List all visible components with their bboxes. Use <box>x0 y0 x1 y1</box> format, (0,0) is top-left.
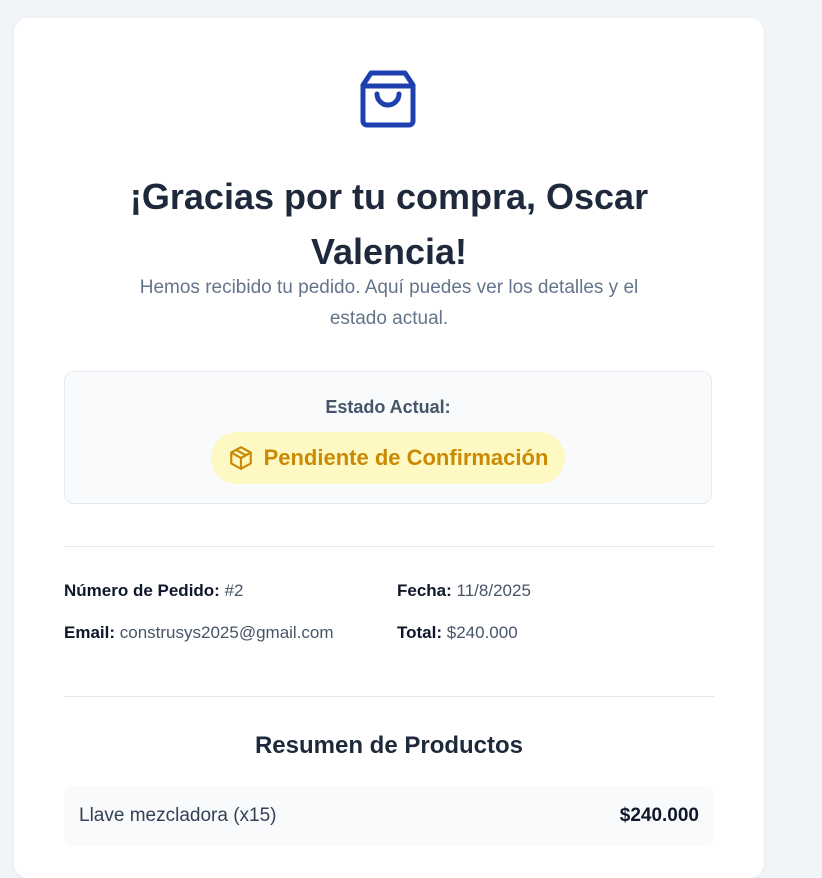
status-value: Pendiente de Confirmación <box>263 445 549 470</box>
product-name: Llave mezcladora (x15) <box>79 805 277 826</box>
page-subtitle: Hemos recibido tu pedido. Aquí puedes ve… <box>139 277 639 329</box>
status-panel: Estado Actual: Pendiente de Confirmación <box>64 371 712 504</box>
package-icon <box>229 446 252 470</box>
order-email-value: construsys2025@gmail.com <box>119 623 334 642</box>
order-number-label: Número de Pedido: <box>64 581 220 600</box>
shopping-bag-icon <box>360 70 416 128</box>
order-total: Total: $240.000 <box>397 623 518 643</box>
page-title: ¡Gracias por tu compra, Oscar Valencia! <box>129 176 649 272</box>
divider <box>64 696 714 697</box>
product-price: $240.000 <box>619 805 699 826</box>
list-item: Llave mezcladora (x15) $240.000 <box>64 786 714 846</box>
order-total-label: Total: <box>397 623 443 642</box>
order-total-value: $240.000 <box>446 623 518 642</box>
status-label: Estado Actual: <box>325 397 451 417</box>
order-number-value: #2 <box>224 581 244 600</box>
order-number: Número de Pedido: #2 <box>64 581 244 601</box>
order-email: Email: construsys2025@gmail.com <box>64 623 334 643</box>
order-email-label: Email: <box>64 623 116 642</box>
order-confirmation-card: ¡Gracias por tu compra, Oscar Valencia! … <box>14 18 764 878</box>
products-section-title: Resumen de Productos <box>254 732 524 759</box>
status-badge: Pendiente de Confirmación <box>211 432 565 484</box>
order-date-value: 11/8/2025 <box>456 581 531 600</box>
divider <box>64 546 714 547</box>
order-date: Fecha: 11/8/2025 <box>397 581 531 601</box>
order-date-label: Fecha: <box>397 581 452 600</box>
